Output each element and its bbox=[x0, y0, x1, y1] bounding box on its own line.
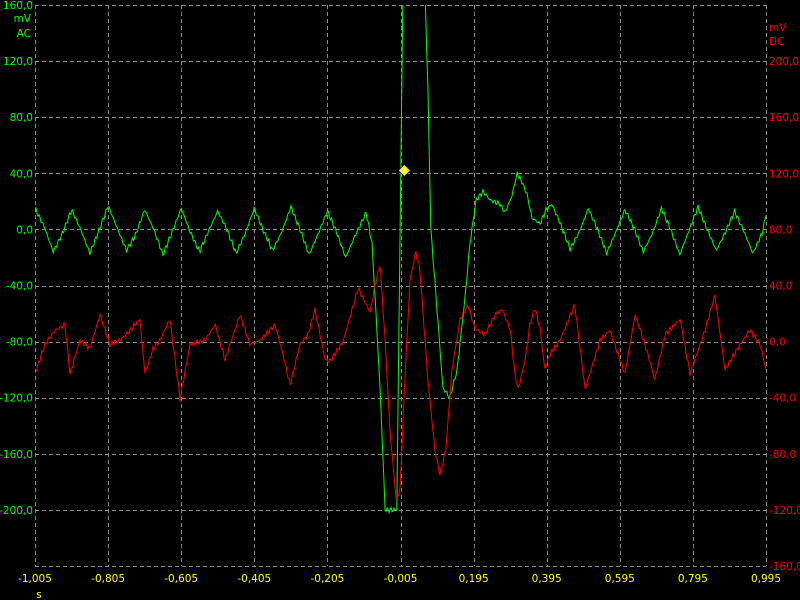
right-tick-label: 80,0 bbox=[769, 224, 792, 236]
right-tick-label: 160,0 bbox=[769, 112, 799, 124]
right-tick-label: 200,0 bbox=[769, 56, 799, 68]
left-tick-label: -160,0 bbox=[0, 449, 33, 461]
x-tick-label: 0,995 bbox=[751, 573, 781, 585]
x-tick-label: -1,005 bbox=[18, 573, 52, 585]
left-tick-label: 160,0 bbox=[3, 0, 33, 12]
left-tick-label: -120,0 bbox=[0, 393, 33, 405]
right-tick-label: -120,0 bbox=[769, 505, 800, 517]
right-tick-label: -80,0 bbox=[769, 449, 796, 461]
right-axis-unit: mV bbox=[769, 22, 787, 34]
oscilloscope-chart: 160,0 120,0 80,0 40,0 0,0 -40,0 -80,0 -120,0 -16… bbox=[0, 0, 800, 600]
right-tick-label: 120,0 bbox=[769, 168, 799, 180]
left-axis-coupling: AC bbox=[17, 28, 31, 40]
right-axis-coupling: DC bbox=[769, 36, 784, 48]
right-tick-label: -160,0 bbox=[769, 561, 800, 573]
ac-trace bbox=[35, 5, 766, 515]
x-tick-label: -0,805 bbox=[91, 573, 125, 585]
x-tick-label: -0,005 bbox=[384, 573, 418, 585]
right-tick-label: 40,0 bbox=[769, 281, 792, 293]
right-tick-label: 0,0 bbox=[769, 337, 786, 349]
left-tick-label: -40,0 bbox=[6, 281, 33, 293]
x-tick-label: -0,605 bbox=[164, 573, 198, 585]
x-tick-label: -0,405 bbox=[237, 573, 271, 585]
left-axis-unit: mV bbox=[14, 13, 32, 25]
left-tick-label: 120,0 bbox=[3, 56, 33, 68]
left-tick-label: 40,0 bbox=[10, 168, 33, 180]
x-tick-label: -0,205 bbox=[310, 573, 344, 585]
left-tick-label: 0,0 bbox=[16, 224, 33, 236]
left-tick-label: 80,0 bbox=[10, 112, 33, 124]
dc-trace bbox=[35, 250, 766, 499]
x-tick-label: 0,795 bbox=[678, 573, 708, 585]
left-tick-label: -80,0 bbox=[6, 337, 33, 349]
x-tick-label: 0,195 bbox=[459, 573, 489, 585]
right-tick-label: -40,0 bbox=[769, 393, 796, 405]
x-axis-unit: s bbox=[36, 589, 41, 600]
x-tick-label: 0,395 bbox=[532, 573, 562, 585]
left-tick-label: -200,0 bbox=[0, 505, 33, 517]
traces bbox=[35, 5, 766, 515]
x-tick-label: 0,595 bbox=[605, 573, 635, 585]
trigger-marker-icon bbox=[397, 163, 411, 178]
